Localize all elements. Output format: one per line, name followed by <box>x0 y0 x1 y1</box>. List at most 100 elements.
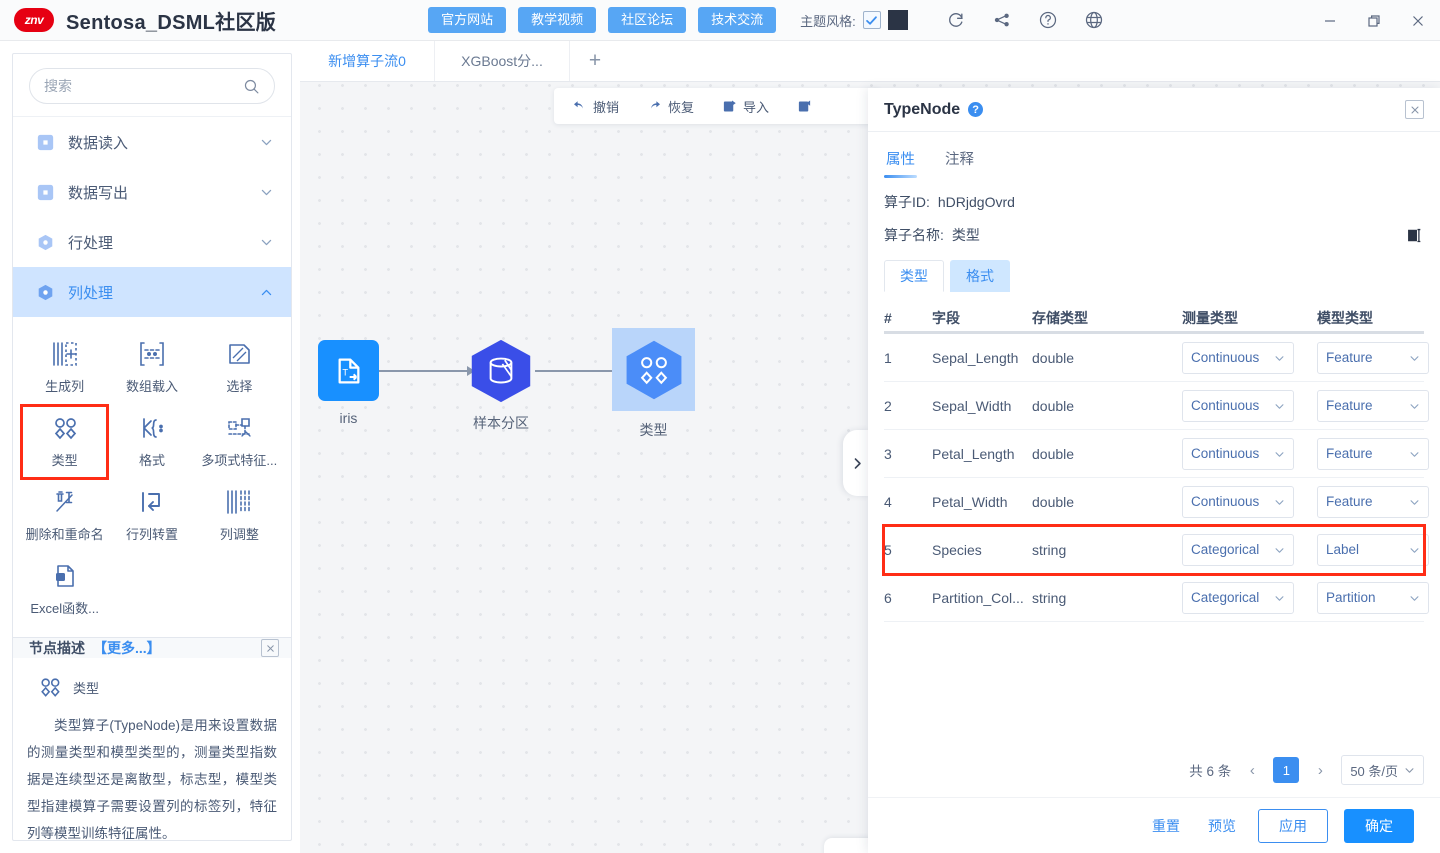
table-row[interactable]: 4 Petal_Width double Continuous Feature <box>884 478 1429 526</box>
tab-attributes[interactable]: 属性 <box>884 140 917 178</box>
operator-label: 选择 <box>226 379 253 394</box>
share-nodes-icon[interactable] <box>992 10 1012 30</box>
model-type-select[interactable]: Feature <box>1317 341 1429 374</box>
sidebar-category-data-output[interactable]: 数据写出 <box>13 167 291 217</box>
select-value: Categorical <box>1191 590 1260 605</box>
operator-format[interactable]: 格式 <box>108 405 195 479</box>
node-description-more-link[interactable]: 【更多...】 <box>93 638 161 658</box>
tutorial-video-button[interactable]: 教学视频 <box>518 6 597 34</box>
refresh-icon[interactable] <box>946 10 966 30</box>
theme-color-swatch[interactable] <box>887 10 908 30</box>
preview-button[interactable]: 预览 <box>1202 810 1242 842</box>
model-type-select[interactable]: Feature <box>1317 437 1429 470</box>
flow-node-partition[interactable]: 样本分区 <box>467 338 535 433</box>
chevron-down-icon <box>1274 592 1285 603</box>
help-circle-icon[interactable]: ? <box>968 102 984 117</box>
tab-comments[interactable]: 注释 <box>943 140 976 178</box>
cell-index: 5 <box>884 541 892 558</box>
measure-type-select[interactable]: Categorical <box>1182 581 1294 614</box>
sidebar-category-row-process[interactable]: 行处理 <box>13 217 291 267</box>
model-type-select[interactable]: Feature <box>1317 389 1429 422</box>
help-circle-icon[interactable] <box>1038 10 1058 30</box>
search-icon[interactable] <box>243 78 260 95</box>
import-button[interactable]: 导入 <box>708 88 783 124</box>
cell-measure: Continuous <box>1182 485 1317 518</box>
node-description-close-icon[interactable] <box>261 639 279 657</box>
sidebar-category-data-input[interactable]: 数据读入 <box>13 117 291 167</box>
node-description-text: 类型算子(TypeNode)是用来设置数据的测量类型和模型类型的，测量类型指数据… <box>27 718 277 841</box>
subtab-format[interactable]: 格式 <box>950 260 1010 292</box>
cell-model: Label <box>1317 533 1440 566</box>
operator-delete-rename[interactable]: 删除和重命名 <box>21 479 108 553</box>
measure-type-select[interactable]: Categorical <box>1182 533 1294 566</box>
format-icon <box>137 413 167 443</box>
flow-tab-1[interactable]: XGBoost分... <box>435 41 570 81</box>
confirm-button[interactable]: 确定 <box>1344 808 1414 843</box>
chevron-down-icon <box>1274 496 1285 507</box>
subtab-type[interactable]: 类型 <box>884 260 944 292</box>
operator-transpose[interactable]: 行列转置 <box>108 479 195 553</box>
operator-select[interactable]: 选择 <box>196 331 283 405</box>
cell-storage: double <box>1032 397 1075 414</box>
operator-array-load[interactable]: 数组载入 <box>108 331 195 405</box>
operator-type[interactable]: 类型 <box>19 404 110 480</box>
search-box[interactable] <box>29 68 275 104</box>
operator-polynomial-feature[interactable]: 多项式特征... <box>196 405 283 479</box>
svg-text:fx: fx <box>57 575 62 581</box>
undo-button[interactable]: 撤销 <box>558 88 633 124</box>
sidebar-category-column-process[interactable]: 列处理 <box>13 267 291 317</box>
panel-metadata: 算子ID: hDRjdgOvrd 算子名称: 类型 <box>868 178 1440 258</box>
chevron-down-icon <box>1409 448 1420 459</box>
reset-button[interactable]: 重置 <box>1146 810 1186 842</box>
chevron-down-icon <box>260 236 273 249</box>
page-size-select[interactable]: 50 条/页 <box>1341 755 1424 785</box>
chevron-down-icon <box>1274 448 1285 459</box>
operator-label: 数组载入 <box>125 379 178 394</box>
panel-close-icon[interactable] <box>1405 100 1424 119</box>
measure-type-select[interactable]: Continuous <box>1182 389 1294 422</box>
flow-node-type[interactable]: 类型 <box>612 328 695 440</box>
panel-footer: 重置 预览 应用 确定 <box>868 797 1440 853</box>
pagination-prev-button[interactable]: ‹ <box>1241 762 1263 779</box>
minimize-icon[interactable] <box>1308 0 1352 41</box>
panel-collapse-handle[interactable] <box>843 430 871 496</box>
flow-toolbar: 撤销 恢复 导入 <box>554 88 880 124</box>
flow-tab-0[interactable]: 新增算子流0 <box>300 41 435 81</box>
add-tab-button[interactable]: + <box>570 41 620 81</box>
table-row[interactable]: 2 Sepal_Width double Continuous Feature <box>884 382 1429 430</box>
rename-icon[interactable] <box>1407 227 1424 244</box>
redo-button[interactable]: 恢复 <box>633 88 708 124</box>
select-value: Feature <box>1326 350 1373 365</box>
apply-button[interactable]: 应用 <box>1258 808 1328 843</box>
measure-type-select[interactable]: Continuous <box>1182 437 1294 470</box>
table-row[interactable]: 5 Species string Categorical Label <box>882 524 1429 576</box>
panel-title: TypeNode <box>884 100 961 118</box>
restore-icon[interactable] <box>1352 0 1396 41</box>
official-site-button[interactable]: 官方网站 <box>428 6 507 34</box>
data-input-icon <box>37 134 54 151</box>
export-button[interactable] <box>783 88 832 124</box>
search-input[interactable] <box>44 78 243 94</box>
theme-checkbox[interactable] <box>862 11 881 29</box>
flow-node-label: iris <box>339 410 358 426</box>
pagination-page-1[interactable]: 1 <box>1273 757 1300 783</box>
pagination-next-button[interactable]: › <box>1309 762 1331 779</box>
close-icon[interactable] <box>1396 0 1440 41</box>
operator-generate-column[interactable]: 生成列 <box>21 331 108 405</box>
tech-exchange-button[interactable]: 技术交流 <box>698 6 777 34</box>
operator-column-adjust[interactable]: 列调整 <box>196 479 283 553</box>
table-row[interactable]: 1 Sepal_Length double Continuous Feature <box>884 334 1429 382</box>
measure-type-select[interactable]: Continuous <box>1182 341 1294 374</box>
globe-icon[interactable] <box>1084 10 1104 30</box>
table-row[interactable]: 3 Petal_Length double Continuous Feature <box>884 430 1429 478</box>
operator-excel-function[interactable]: fx Excel函数... <box>21 553 108 627</box>
flow-node-iris[interactable]: T iris <box>318 340 379 426</box>
model-type-select[interactable]: Feature <box>1317 485 1429 518</box>
community-forum-button[interactable]: 社区论坛 <box>608 6 687 34</box>
model-type-select[interactable]: Label <box>1317 533 1429 566</box>
chevron-down-icon <box>260 186 273 199</box>
measure-type-select[interactable]: Continuous <box>1182 485 1294 518</box>
chevron-right-icon <box>854 457 861 469</box>
table-row[interactable]: 6 Partition_Col... string Categorical Pa… <box>884 574 1429 622</box>
model-type-select[interactable]: Partition <box>1317 581 1429 614</box>
